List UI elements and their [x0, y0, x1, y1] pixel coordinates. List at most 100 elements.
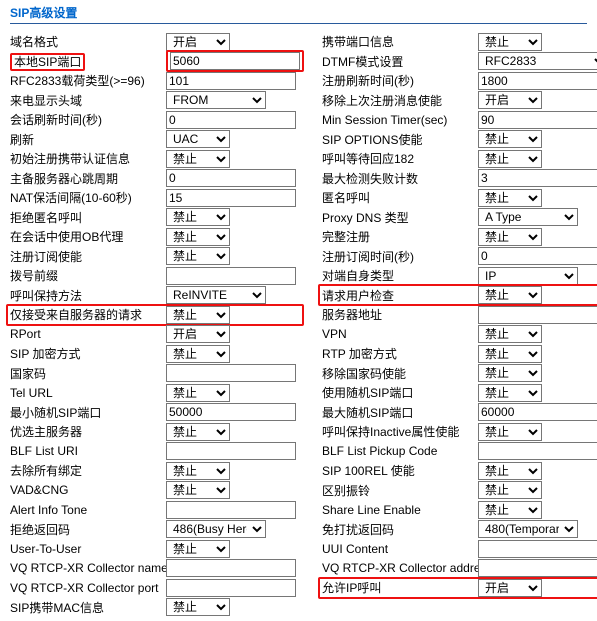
dropdown[interactable]: 开启禁止	[478, 462, 542, 480]
text-input[interactable]	[166, 579, 296, 597]
dropdown[interactable]: 开启禁止	[478, 423, 542, 441]
dropdown[interactable]: 开启禁止	[478, 150, 542, 168]
dropdown[interactable]: UAC	[166, 130, 230, 148]
field-label: Alert Info Tone	[10, 503, 166, 517]
dropdown[interactable]: 开启禁止	[166, 598, 230, 616]
form-row: Proxy DNS 类型A Type	[322, 208, 597, 228]
dropdown[interactable]: 开启禁止	[166, 228, 230, 246]
text-input[interactable]	[478, 111, 597, 129]
field-label: Share Line Enable	[322, 503, 478, 517]
text-input[interactable]	[166, 72, 296, 90]
text-input[interactable]	[166, 111, 296, 129]
field-control: 开启禁止	[478, 481, 597, 499]
dropdown[interactable]: IP	[478, 267, 578, 285]
text-input[interactable]	[166, 364, 296, 382]
text-input[interactable]	[166, 267, 296, 285]
form-row: 使用随机SIP端口开启禁止	[322, 383, 597, 403]
form-row: 对端自身类型IP	[322, 266, 597, 286]
dropdown[interactable]: 开启禁止	[166, 33, 230, 51]
field-label: 来电显示头域	[10, 92, 166, 109]
dropdown[interactable]: 486(Busy Here)	[166, 520, 266, 538]
field-control: 开启禁止	[166, 247, 304, 265]
form-row: 国家码	[10, 364, 304, 384]
dropdown[interactable]: 开启禁止	[478, 33, 542, 51]
field-label: 拨号前缀	[10, 267, 166, 284]
dropdown[interactable]: 开启禁止	[478, 364, 542, 382]
dropdown[interactable]: 开启禁止	[478, 189, 542, 207]
dropdown[interactable]: 开启禁止	[478, 228, 542, 246]
field-control: 开启禁止	[166, 481, 304, 499]
form-row: 刷新UAC	[10, 130, 304, 150]
form-row: 注册订阅使能开启禁止	[10, 247, 304, 267]
field-control	[166, 51, 304, 71]
text-input[interactable]	[478, 169, 597, 187]
dropdown[interactable]: 开启禁止	[478, 286, 542, 304]
dropdown[interactable]: 开启禁止	[166, 150, 230, 168]
dropdown[interactable]: 480(Temporary)	[478, 520, 578, 538]
text-input[interactable]	[166, 559, 296, 577]
divider	[10, 23, 587, 24]
field-control: 开启禁止	[166, 208, 304, 226]
dropdown[interactable]: 开启禁止	[166, 540, 230, 558]
text-input[interactable]	[166, 403, 296, 421]
dropdown[interactable]: 开启禁止	[478, 91, 542, 109]
text-input[interactable]	[166, 169, 296, 187]
dropdown[interactable]: 开启禁止	[478, 384, 542, 402]
field-label: 最小随机SIP端口	[10, 404, 166, 421]
text-input[interactable]	[478, 247, 597, 265]
field-control: 开启禁止	[478, 150, 597, 168]
dropdown[interactable]: 开启禁止	[166, 384, 230, 402]
dropdown[interactable]: 开启禁止	[166, 345, 230, 363]
form-row: SIP 100REL 使能开启禁止	[322, 461, 597, 481]
text-input[interactable]	[166, 501, 296, 519]
field-label: SIP携带MAC信息	[10, 599, 166, 616]
field-label: 拒绝匿名呼叫	[10, 209, 166, 226]
field-label: RTP 加密方式	[322, 345, 478, 362]
dropdown[interactable]: 开启禁止	[478, 325, 542, 343]
field-label: 最大随机SIP端口	[322, 404, 478, 421]
dropdown[interactable]: ReINVITE	[166, 286, 266, 304]
section-title: SIP高级设置	[10, 4, 587, 21]
text-input[interactable]	[166, 189, 296, 207]
field-label: 携带端口信息	[322, 33, 478, 50]
text-input[interactable]	[478, 306, 597, 324]
text-input[interactable]	[478, 442, 597, 460]
form-row: 去除所有绑定开启禁止	[10, 461, 304, 481]
dropdown[interactable]: 开启禁止	[166, 325, 230, 343]
field-label: VPN	[322, 327, 478, 341]
dropdown[interactable]: 开启禁止	[166, 247, 230, 265]
field-label: 初始注册携带认证信息	[10, 150, 166, 167]
form-row: 携带端口信息开启禁止	[322, 32, 597, 52]
dropdown[interactable]: 开启禁止	[478, 345, 542, 363]
dropdown[interactable]: A Type	[478, 208, 578, 226]
field-control	[166, 189, 304, 207]
dropdown[interactable]: 开启禁止	[166, 462, 230, 480]
text-input[interactable]	[478, 403, 597, 421]
field-label: 国家码	[10, 365, 166, 382]
dropdown[interactable]: 开启禁止	[166, 481, 230, 499]
dropdown[interactable]: RFC2833	[478, 52, 597, 70]
text-input[interactable]	[478, 540, 597, 558]
text-input[interactable]	[478, 72, 597, 90]
field-control: 开启禁止	[478, 228, 597, 246]
field-control: 开启禁止	[478, 130, 597, 148]
text-input[interactable]	[478, 559, 597, 577]
field-control	[478, 72, 597, 90]
field-control	[166, 559, 304, 577]
field-control: 开启禁止	[478, 579, 597, 597]
dropdown[interactable]: 开启禁止	[166, 208, 230, 226]
right-column: 携带端口信息开启禁止DTMF模式设置RFC2833注册刷新时间(秒)移除上次注册…	[322, 32, 597, 617]
dropdown[interactable]: 开启禁止	[166, 423, 230, 441]
dropdown[interactable]: 开启禁止	[478, 481, 542, 499]
dropdown[interactable]: 开启禁止	[478, 130, 542, 148]
field-control: ReINVITE	[166, 286, 304, 304]
dropdown[interactable]: 开启禁止	[166, 306, 230, 324]
text-input[interactable]	[170, 52, 300, 70]
text-input[interactable]	[166, 442, 296, 460]
dropdown[interactable]: FROM	[166, 91, 266, 109]
field-control: 486(Busy Here)	[166, 520, 304, 538]
form-row: 初始注册携带认证信息开启禁止	[10, 149, 304, 169]
field-label: 注册订阅使能	[10, 248, 166, 265]
dropdown[interactable]: 开启禁止	[478, 501, 542, 519]
dropdown[interactable]: 开启禁止	[478, 579, 542, 597]
